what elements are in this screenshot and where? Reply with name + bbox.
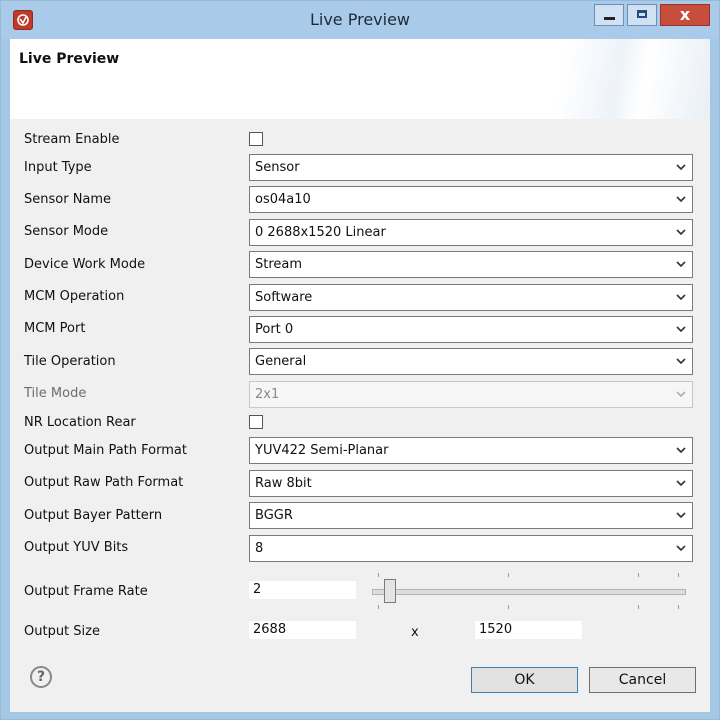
chevron-down-icon xyxy=(676,358,686,365)
input-type-select[interactable]: Sensor xyxy=(249,154,693,181)
tile-mode-value: 2x1 xyxy=(255,387,280,402)
size-separator: x xyxy=(411,625,419,640)
output-raw-path-format-select[interactable]: Raw 8bit xyxy=(249,470,693,497)
minimize-icon xyxy=(604,17,615,20)
close-button[interactable]: x xyxy=(660,4,710,26)
chevron-down-icon xyxy=(676,261,686,268)
slider-tick xyxy=(638,573,639,577)
stream-enable-label: Stream Enable xyxy=(24,132,120,147)
mcm-operation-select[interactable]: Software xyxy=(249,284,693,311)
output-size-label: Output Size xyxy=(24,624,100,639)
settings-form: Stream Enable Input Type Sensor Sensor N… xyxy=(10,119,710,712)
chevron-down-icon xyxy=(676,512,686,519)
mcm-operation-value: Software xyxy=(255,290,313,305)
nr-location-rear-label: NR Location Rear xyxy=(24,415,136,430)
live-preview-window: Live Preview x Live Preview Stream Enabl… xyxy=(0,0,720,720)
chevron-down-icon xyxy=(676,294,686,301)
output-yuv-bits-value: 8 xyxy=(255,541,264,556)
output-width-input[interactable]: 2688 xyxy=(249,621,356,639)
output-main-path-format-value: YUV422 Semi-Planar xyxy=(255,443,389,458)
chevron-down-icon xyxy=(676,545,686,552)
sensor-name-label: Sensor Name xyxy=(24,192,112,207)
chevron-down-icon xyxy=(676,447,686,454)
output-yuv-bits-label: Output YUV Bits xyxy=(24,540,129,555)
input-type-value: Sensor xyxy=(255,160,300,175)
output-raw-path-format-value: Raw 8bit xyxy=(255,476,312,491)
close-icon: x xyxy=(679,5,691,24)
frame-rate-slider-track[interactable] xyxy=(372,589,686,595)
tile-mode-select: 2x1 xyxy=(249,381,693,408)
slider-tick xyxy=(508,573,509,577)
frame-rate-slider-thumb[interactable] xyxy=(384,579,396,603)
nr-location-rear-checkbox[interactable] xyxy=(249,415,263,429)
output-frame-rate-label: Output Frame Rate xyxy=(24,584,148,599)
chevron-down-icon xyxy=(676,326,686,333)
device-work-mode-select[interactable]: Stream xyxy=(249,251,693,278)
help-icon[interactable]: ? xyxy=(30,666,52,688)
maximize-button[interactable] xyxy=(627,4,657,26)
sensor-mode-select[interactable]: 0 2688x1520 Linear xyxy=(249,219,693,246)
mcm-operation-label: MCM Operation xyxy=(24,289,125,304)
output-main-path-format-label: Output Main Path Format xyxy=(24,443,187,458)
mcm-port-value: Port 0 xyxy=(255,322,294,337)
chevron-down-icon xyxy=(676,164,686,171)
stream-enable-checkbox[interactable] xyxy=(249,132,263,146)
mcm-port-label: MCM Port xyxy=(24,321,86,336)
output-height-input[interactable]: 1520 xyxy=(475,621,582,639)
tile-operation-value: General xyxy=(255,354,307,369)
maximize-icon xyxy=(637,10,647,18)
page-title: Live Preview xyxy=(19,51,120,67)
output-main-path-format-select[interactable]: YUV422 Semi-Planar xyxy=(249,437,693,464)
chevron-down-icon xyxy=(676,391,686,398)
input-type-label: Input Type xyxy=(24,160,92,175)
slider-tick xyxy=(378,573,379,577)
output-bayer-pattern-label: Output Bayer Pattern xyxy=(24,508,163,523)
tile-mode-label: Tile Mode xyxy=(24,386,87,401)
output-yuv-bits-select[interactable]: 8 xyxy=(249,535,693,562)
slider-tick xyxy=(378,605,379,609)
slider-tick xyxy=(678,605,679,609)
device-work-mode-value: Stream xyxy=(255,257,303,272)
device-work-mode-label: Device Work Mode xyxy=(24,257,146,272)
title-bar[interactable]: Live Preview x xyxy=(1,1,719,39)
chevron-down-icon xyxy=(676,196,686,203)
tile-operation-select[interactable]: General xyxy=(249,348,693,375)
slider-tick xyxy=(508,605,509,609)
sensor-name-select[interactable]: os04a10 xyxy=(249,186,693,213)
chevron-down-icon xyxy=(676,480,686,487)
output-frame-rate-input[interactable]: 2 xyxy=(249,581,356,599)
sensor-mode-label: Sensor Mode xyxy=(24,224,109,239)
slider-tick xyxy=(638,605,639,609)
output-bayer-pattern-value: BGGR xyxy=(255,508,293,523)
sensor-name-value: os04a10 xyxy=(255,192,311,207)
cancel-button[interactable]: Cancel xyxy=(589,667,696,693)
output-raw-path-format-label: Output Raw Path Format xyxy=(24,475,184,490)
tile-operation-label: Tile Operation xyxy=(24,354,116,369)
dialog-header: Live Preview xyxy=(10,39,710,119)
mcm-port-select[interactable]: Port 0 xyxy=(249,316,693,343)
ok-button[interactable]: OK xyxy=(471,667,578,693)
output-bayer-pattern-select[interactable]: BGGR xyxy=(249,502,693,529)
slider-tick xyxy=(678,573,679,577)
sensor-mode-value: 0 2688x1520 Linear xyxy=(255,225,386,240)
minimize-button[interactable] xyxy=(594,4,624,26)
chevron-down-icon xyxy=(676,229,686,236)
